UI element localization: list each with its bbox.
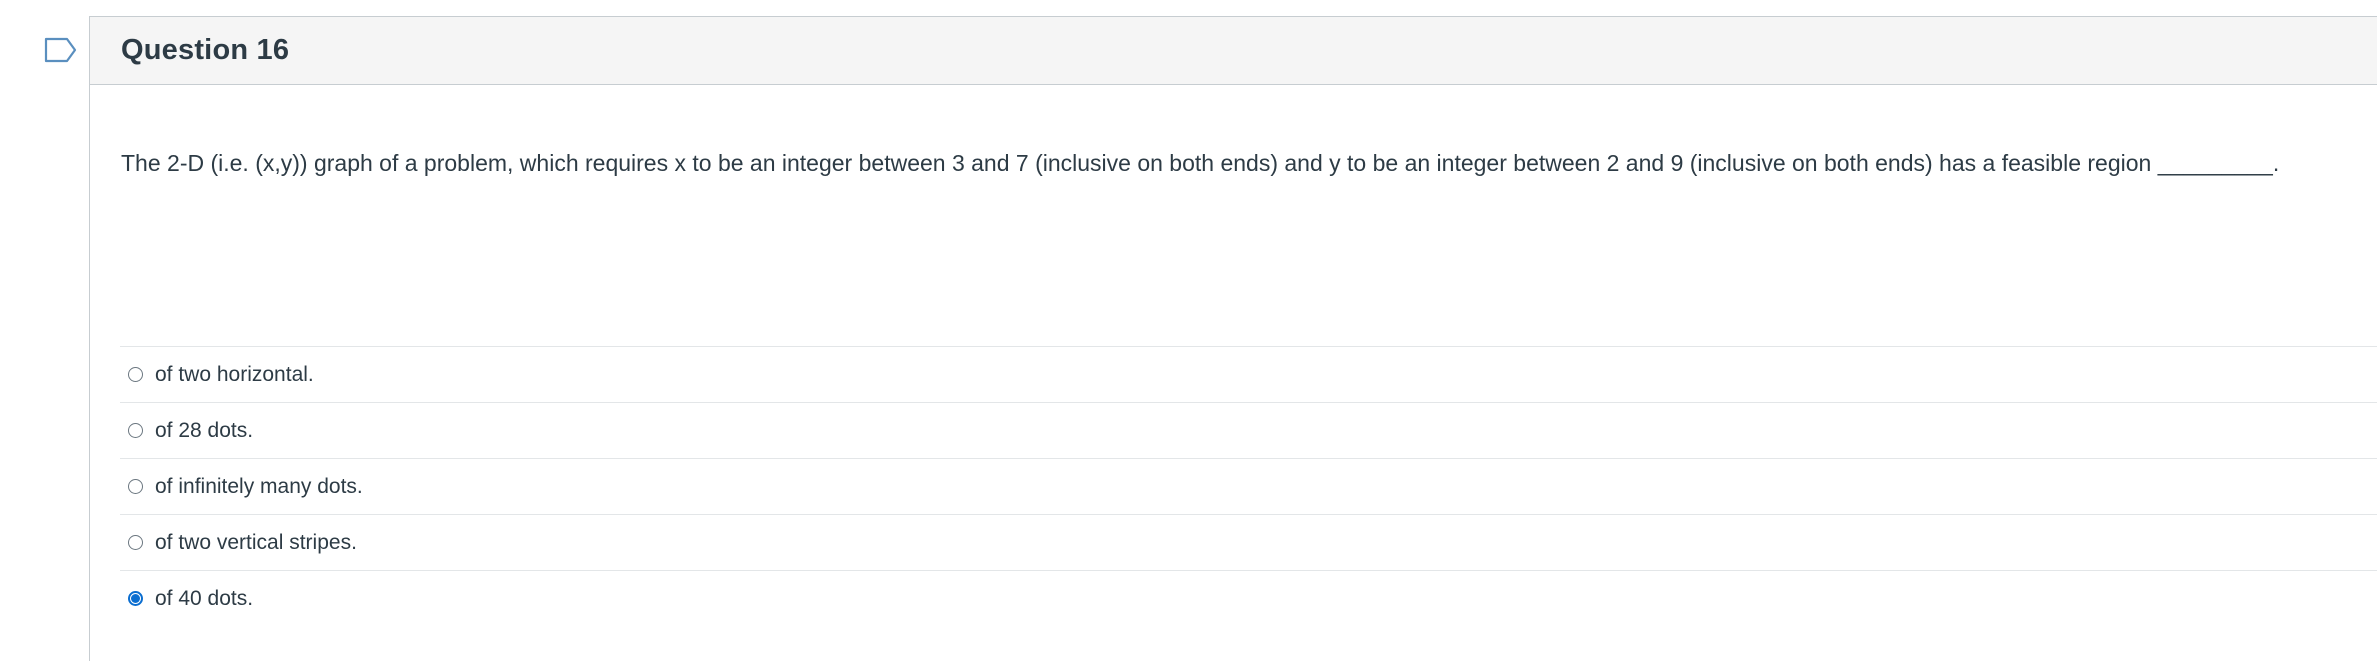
answer-label: of two horizontal. — [155, 362, 314, 386]
question-header: Question 16 — [90, 17, 2377, 85]
answer-option[interactable]: of two horizontal. — [120, 346, 2377, 402]
answer-label: of 40 dots. — [155, 586, 254, 610]
flag-question-icon[interactable] — [44, 37, 78, 63]
question-card: Question 16 The 2-D (i.e. (x,y)) graph o… — [89, 16, 2377, 661]
quiz-page: Question 16 The 2-D (i.e. (x,y)) graph o… — [0, 0, 2377, 661]
answer-option[interactable]: of two vertical stripes. — [120, 514, 2377, 570]
answer-option[interactable]: of 28 dots. — [120, 402, 2377, 458]
answer-label: of 28 dots. — [155, 418, 254, 442]
radio-button[interactable] — [128, 479, 143, 494]
question-title: Question 16 — [121, 34, 290, 66]
radio-button[interactable] — [128, 367, 143, 382]
question-text: The 2-D (i.e. (x,y)) graph of a problem,… — [121, 150, 2280, 176]
radio-button[interactable] — [128, 423, 143, 438]
radio-button[interactable] — [128, 535, 143, 550]
answer-list: of two horizontal. of 28 dots. of infini… — [120, 346, 2377, 626]
answer-label: of two vertical stripes. — [155, 530, 357, 554]
answer-option[interactable]: of infinitely many dots. — [120, 458, 2377, 514]
answer-label: of infinitely many dots. — [155, 474, 363, 498]
radio-button[interactable] — [128, 591, 143, 606]
answer-option[interactable]: of 40 dots. — [120, 570, 2377, 626]
